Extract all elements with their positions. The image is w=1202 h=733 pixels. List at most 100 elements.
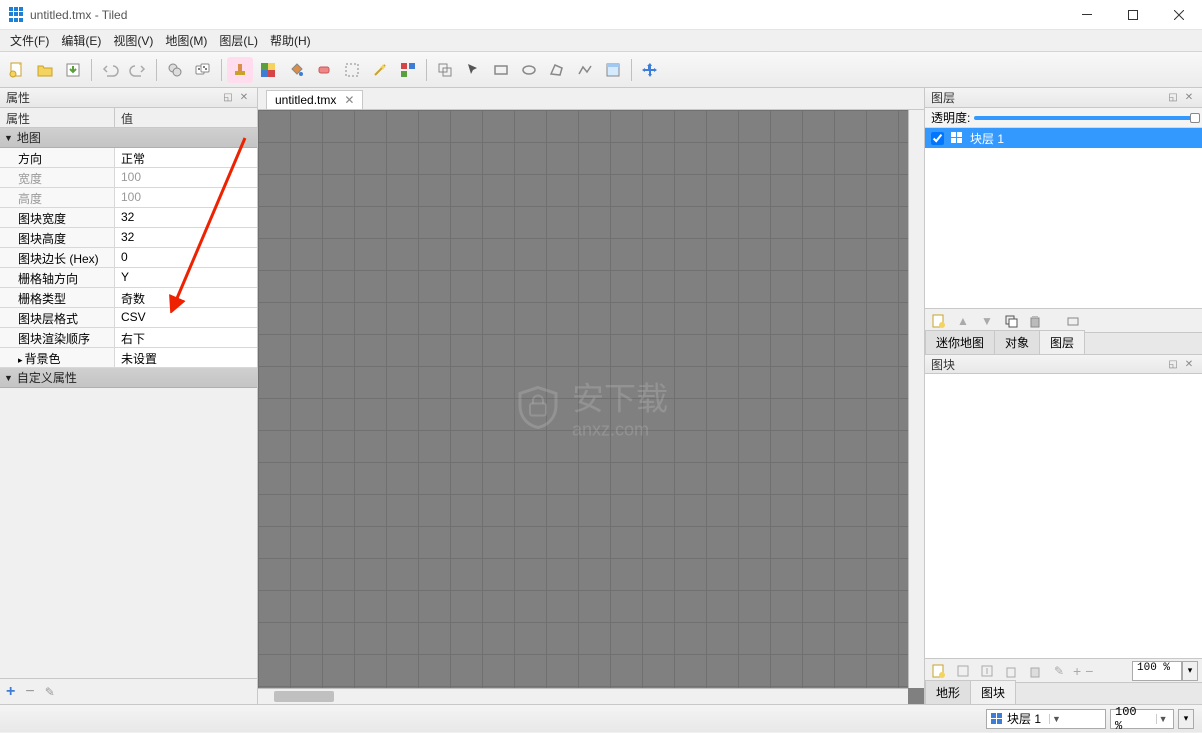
property-value[interactable]: 100 (115, 168, 257, 187)
import-tileset-button[interactable] (953, 661, 973, 681)
property-row[interactable]: 图块层格式CSV (0, 308, 257, 328)
zoom-stepper[interactable]: ▾ (1178, 709, 1194, 729)
menu-map[interactable]: 地图(M) (159, 30, 213, 51)
magic-wand-button[interactable] (367, 57, 393, 83)
layer-item[interactable]: 块层 1 (925, 128, 1202, 148)
property-value[interactable]: CSV (115, 308, 257, 327)
edit-tileset-button[interactable]: ✎ (1049, 661, 1069, 681)
layer-name: 块层 1 (970, 130, 1004, 147)
property-value[interactable]: 0 (115, 248, 257, 267)
delete-tileset-button[interactable] (1025, 661, 1045, 681)
layer-visible-checkbox[interactable] (931, 132, 944, 145)
redo-button[interactable] (125, 57, 151, 83)
tileset-zoom-input[interactable]: 100 % (1132, 661, 1182, 681)
current-layer-combo[interactable]: 块层 1 ▼ (986, 709, 1106, 729)
delete-layer-button[interactable] (1025, 311, 1045, 331)
tab-tiles[interactable]: 图块 (970, 680, 1016, 704)
layer-list[interactable]: 块层 1 (925, 128, 1202, 308)
maximize-button[interactable] (1110, 0, 1156, 30)
property-row[interactable]: 宽度100 (0, 168, 257, 188)
panel-close-icon[interactable]: ✕ (237, 91, 251, 105)
tab-close-icon[interactable]: ✕ (344, 93, 354, 107)
tab-minimap[interactable]: 迷你地图 (925, 330, 995, 354)
property-value[interactable]: 右下 (115, 328, 257, 347)
layers-panel-title: 图层 (931, 89, 955, 106)
insert-polygon-button[interactable] (544, 57, 570, 83)
edit-property-button[interactable]: ✎ (45, 685, 55, 699)
tab-objects[interactable]: 对象 (994, 330, 1040, 354)
opacity-slider[interactable] (974, 116, 1196, 120)
menu-file[interactable]: 文件(F) (4, 30, 55, 51)
menu-edit[interactable]: 编辑(E) (55, 30, 107, 51)
select-same-button[interactable] (395, 57, 421, 83)
property-value[interactable]: 100 (115, 188, 257, 207)
tileset-zoom-stepper[interactable]: ▾ (1182, 661, 1198, 681)
export-tileset-button[interactable] (977, 661, 997, 681)
property-row[interactable]: 栅格类型奇数 (0, 288, 257, 308)
panel-float-icon[interactable]: ◱ (1166, 91, 1180, 105)
document-tabbar: untitled.tmx ✕ (258, 88, 924, 110)
property-row[interactable]: 方向正常 (0, 148, 257, 168)
prop-group-map[interactable]: ▼地图 (0, 128, 257, 148)
command-button[interactable] (162, 57, 188, 83)
panel-close-icon[interactable]: ✕ (1182, 357, 1196, 371)
new-layer-button[interactable] (929, 311, 949, 331)
zoom-combo[interactable]: 100 % ▼ (1110, 709, 1174, 729)
property-row[interactable]: 图块高度32 (0, 228, 257, 248)
panel-close-icon[interactable]: ✕ (1182, 91, 1196, 105)
tileset-view[interactable] (925, 374, 1202, 658)
random-button[interactable] (190, 57, 216, 83)
panel-float-icon[interactable]: ◱ (221, 91, 235, 105)
save-file-button[interactable] (60, 57, 86, 83)
show-layer-button[interactable] (1063, 311, 1083, 331)
stamp-tool-button[interactable] (227, 57, 253, 83)
new-file-button[interactable] (4, 57, 30, 83)
tileset-toolbar: ✎ + − 100 % ▾ (925, 658, 1202, 682)
insert-ellipse-button[interactable] (516, 57, 542, 83)
property-row[interactable]: 栅格轴方向Y (0, 268, 257, 288)
menu-help[interactable]: 帮助(H) (264, 30, 317, 51)
menu-view[interactable]: 视图(V) (107, 30, 159, 51)
insert-polyline-button[interactable] (572, 57, 598, 83)
layer-up-button[interactable]: ▲ (953, 311, 973, 331)
open-file-button[interactable] (32, 57, 58, 83)
move-tool-button[interactable] (637, 57, 663, 83)
new-tileset-button[interactable] (929, 661, 949, 681)
insert-rect-button[interactable] (488, 57, 514, 83)
object-select-button[interactable] (460, 57, 486, 83)
undo-button[interactable] (97, 57, 123, 83)
select-rect-button[interactable] (339, 57, 365, 83)
remove-property-button[interactable]: − (25, 683, 34, 701)
fill-tool-button[interactable] (283, 57, 309, 83)
property-row[interactable]: 图块宽度32 (0, 208, 257, 228)
property-value[interactable]: Y (115, 268, 257, 287)
layer-offset-button[interactable] (432, 57, 458, 83)
canvas-scrollbar-h[interactable] (258, 688, 908, 704)
terrain-tool-button[interactable] (255, 57, 281, 83)
document-tab[interactable]: untitled.tmx ✕ (266, 90, 363, 109)
panel-float-icon[interactable]: ◱ (1166, 357, 1180, 371)
close-button[interactable] (1156, 0, 1202, 30)
layer-down-button[interactable]: ▼ (977, 311, 997, 331)
property-row[interactable]: ▸背景色未设置 (0, 348, 257, 368)
duplicate-layer-button[interactable] (1001, 311, 1021, 331)
property-row[interactable]: 图块渲染顺序右下 (0, 328, 257, 348)
property-value[interactable]: 32 (115, 228, 257, 247)
add-property-button[interactable]: + (6, 683, 15, 701)
property-value[interactable]: 未设置 (115, 348, 257, 367)
map-canvas[interactable] (258, 110, 924, 704)
canvas-scrollbar-v[interactable] (908, 110, 924, 688)
prop-group-custom[interactable]: ▼自定义属性 (0, 368, 257, 388)
property-row[interactable]: 图块边长 (Hex)0 (0, 248, 257, 268)
property-value[interactable]: 正常 (115, 148, 257, 167)
minimize-button[interactable] (1064, 0, 1110, 30)
menu-layer[interactable]: 图层(L) (213, 30, 264, 51)
tab-terrain[interactable]: 地形 (925, 680, 971, 704)
tileset-props-button[interactable] (1001, 661, 1021, 681)
tab-layers[interactable]: 图层 (1039, 330, 1085, 354)
eraser-tool-button[interactable] (311, 57, 337, 83)
property-value[interactable]: 奇数 (115, 288, 257, 307)
insert-tile-button[interactable] (600, 57, 626, 83)
property-value[interactable]: 32 (115, 208, 257, 227)
property-row[interactable]: 高度100 (0, 188, 257, 208)
